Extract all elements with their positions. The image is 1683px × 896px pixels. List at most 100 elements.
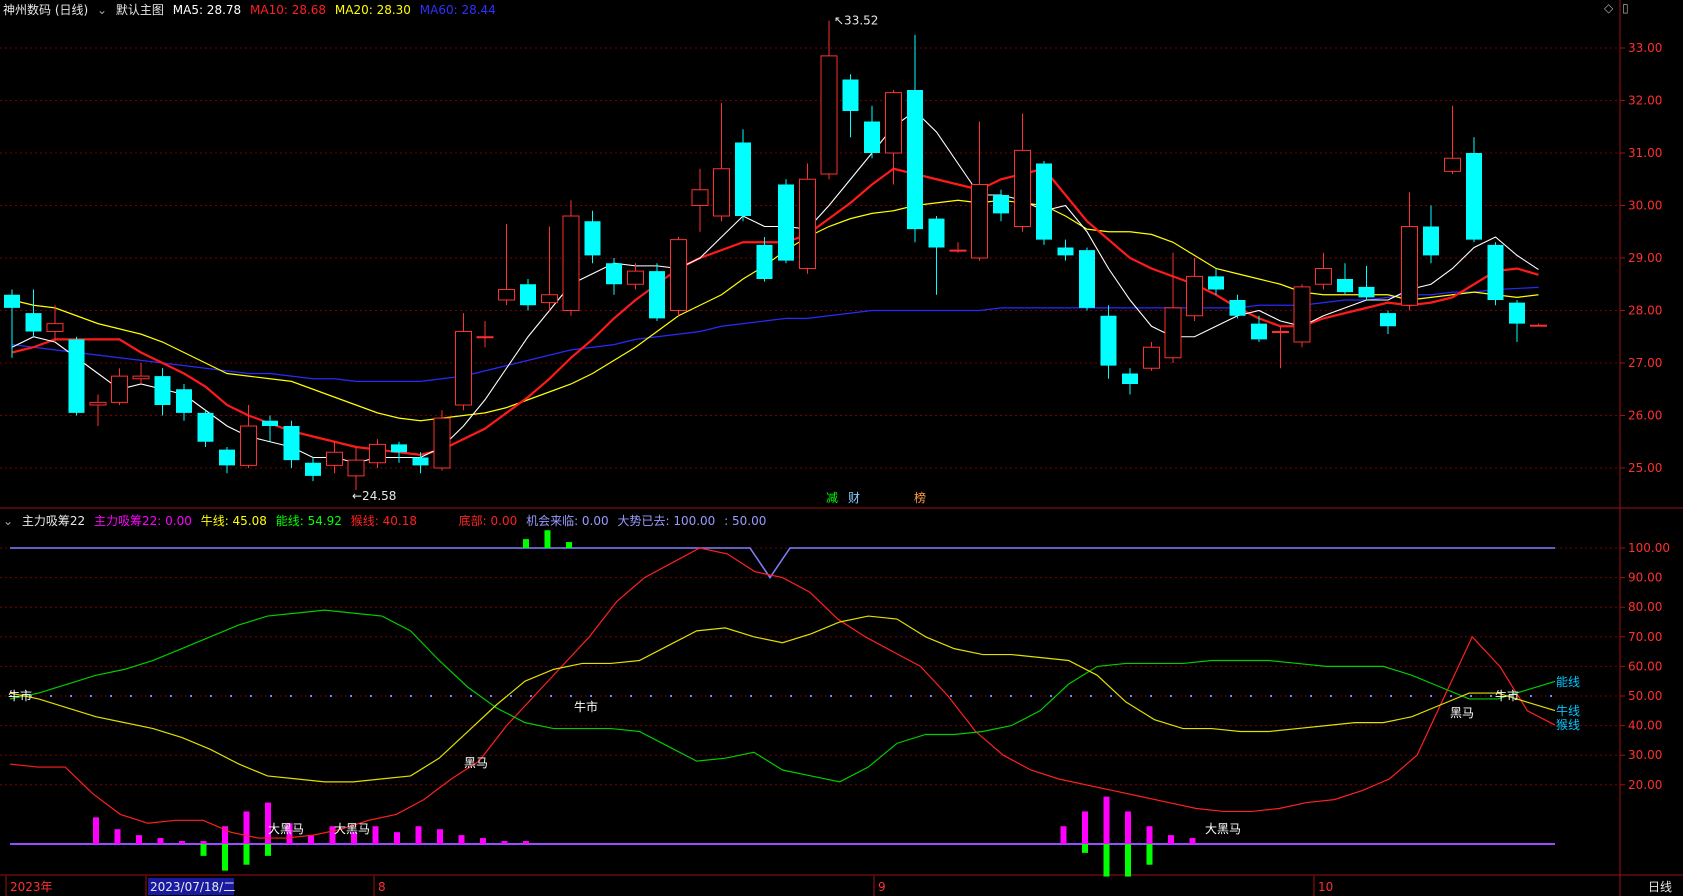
right-label-energy: 能线: [1556, 675, 1580, 689]
panel-toggle-icon[interactable]: ▯: [1622, 1, 1629, 15]
indicator-tick-label: 70.00: [1628, 630, 1662, 644]
candle-body-up: [240, 425, 257, 466]
energy-bar: [222, 844, 228, 871]
main-force-bar: [372, 826, 379, 844]
indicator-annotation: 牛市: [1495, 688, 1519, 703]
candle-body-up: [1186, 275, 1203, 317]
candle-body-down: [1358, 286, 1375, 298]
candle-body-up: [885, 92, 902, 154]
indicator-name[interactable]: 主力吸筹22: [22, 514, 85, 528]
candle-body-down: [1229, 300, 1246, 316]
main-force-bar: [437, 829, 443, 844]
indicator-annotation: 牛市: [574, 699, 598, 714]
candle-body-up: [1530, 324, 1547, 327]
candle-body-up: [1293, 286, 1311, 343]
candle-body-up: [326, 451, 343, 466]
indicator-annotation: 牛市: [8, 688, 32, 703]
price-tick-label: 31.00: [1628, 146, 1662, 160]
candle-body-up: [1164, 307, 1182, 359]
main-force-bar: [501, 841, 508, 844]
price-tick-label: 32.00: [1628, 94, 1662, 108]
candle-body-down: [993, 195, 1009, 214]
indicator-tick-label: 30.00: [1628, 748, 1662, 762]
indicator-menu-icon[interactable]: ⌄: [3, 514, 13, 528]
event-marker: 减: [826, 491, 838, 505]
candle-body-up: [498, 289, 515, 301]
diamond-icon[interactable]: ◇: [1604, 1, 1613, 15]
candle-body-down: [1423, 226, 1439, 256]
stock-name[interactable]: 神州数码 (日线): [3, 3, 88, 17]
candle-body-down: [1487, 244, 1504, 300]
main-force-bar: [179, 841, 185, 844]
candle-body-down: [197, 412, 214, 442]
candle-body-down: [1122, 373, 1138, 384]
top-signal-bar: [523, 539, 529, 548]
candle-body-down: [520, 284, 536, 306]
chart-menu-icon[interactable]: ⌄: [97, 3, 107, 17]
bull-line: [9, 615, 1556, 783]
candle-body-up: [1401, 226, 1418, 306]
price-tick-label: 29.00: [1628, 251, 1662, 265]
candle-body-down: [756, 244, 773, 279]
energy-bar: [1082, 844, 1088, 853]
chart-label[interactable]: 默认主图: [116, 3, 164, 17]
low-price-label: ←24.58: [352, 489, 396, 503]
candle-body-up: [949, 249, 967, 252]
candle-body-down: [25, 313, 42, 332]
ma20-label: MA20: 28.30: [334, 3, 411, 17]
event-marker: 财: [848, 491, 860, 505]
candle-body-down: [584, 221, 601, 256]
main-force-bar: [1189, 838, 1196, 844]
candle-body-up: [111, 375, 128, 403]
indicator-value-energy: 能线: 54.92: [275, 514, 342, 528]
energy-bar: [243, 844, 250, 865]
energy-bar: [1103, 844, 1110, 877]
candle-body-up: [46, 323, 64, 332]
candle-body-down: [1466, 153, 1482, 240]
price-tick-label: 25.00: [1628, 461, 1662, 475]
indicator-tick-label: 50.00: [1628, 689, 1662, 703]
top-signal-bar: [566, 542, 572, 548]
time-axis-label: 10: [1318, 880, 1333, 894]
indicator-value-bottom: 底部: 0.00: [458, 514, 518, 528]
indicator-annotation: 大黑马: [1205, 822, 1241, 836]
indicator-value-bull: 牛线: 45.08: [200, 514, 267, 528]
main-force-bar: [523, 841, 529, 844]
candle-body-up: [455, 331, 472, 406]
time-axis-label-selected: 2023/07/18/二: [150, 880, 235, 894]
candle-body-down: [219, 449, 235, 466]
candle-body-up: [1315, 268, 1332, 285]
main-force-bar: [1146, 826, 1153, 844]
energy-bar: [1146, 844, 1153, 865]
candle-body-up: [799, 178, 816, 269]
candle-body-down: [907, 90, 923, 230]
candle-body-up: [820, 55, 838, 175]
candle-body-down: [1079, 250, 1095, 308]
candle-body-up: [541, 294, 558, 304]
time-axis-label: 8: [378, 880, 386, 894]
main-force-bar: [1168, 835, 1174, 844]
main-force-bar: [243, 811, 250, 844]
candle-body-down: [1337, 279, 1353, 293]
main-force-bar: [200, 841, 207, 844]
indicator-tick-label: 80.00: [1628, 600, 1662, 614]
main-force-bar: [1125, 811, 1131, 844]
event-marker: 榜: [914, 490, 926, 505]
candle-body-down: [1057, 247, 1074, 256]
candle-body-up: [713, 168, 730, 217]
candle-body-up: [132, 375, 150, 380]
candle-body-down: [1208, 276, 1224, 290]
candle-body-down: [1509, 302, 1525, 324]
energy-bar: [265, 844, 271, 856]
candle-body-down: [4, 294, 20, 308]
window-controls: ◇ ▯: [1604, 1, 1634, 15]
candle-body-up: [627, 270, 644, 285]
top-signal-bar: [544, 530, 551, 548]
right-label-bull: 牛线: [1556, 703, 1580, 718]
candle-body-down: [262, 420, 278, 426]
indicator-tick-label: 100.00: [1628, 541, 1670, 555]
period-label: 日线: [1648, 880, 1672, 894]
candle-body-up: [369, 443, 386, 464]
candle-body-up: [347, 459, 365, 477]
ma5-label: MA5: 28.78: [172, 3, 242, 17]
